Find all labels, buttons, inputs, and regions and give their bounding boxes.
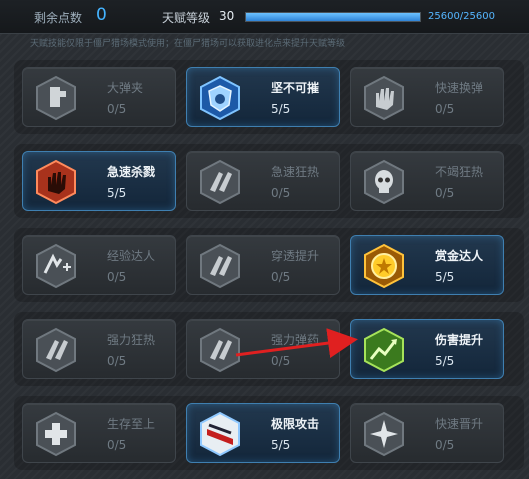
talent-level-count: 5/5: [435, 270, 455, 284]
talent-header: 剩余点数 0 天赋等级 30 25600/25600: [0, 0, 529, 34]
talent-level-label: 天赋等级: [162, 11, 211, 25]
talent-level-count: 0/5: [107, 270, 127, 284]
talent-level-count: 0/5: [271, 270, 291, 284]
xp-progress-text: 25600/25600: [428, 11, 495, 22]
talent-name: 赏金达人: [435, 249, 484, 263]
talent-name: 急速杀戮: [107, 165, 156, 179]
talent-name: 不竭狂热: [435, 165, 484, 179]
talent-card[interactable]: 大弹夹 0/5: [22, 67, 176, 127]
remaining-points-value: 0: [96, 5, 107, 25]
talent-level-count: 0/5: [271, 186, 291, 200]
talent-level-count: 0/5: [435, 438, 455, 452]
pierce-claw-icon: [197, 243, 243, 289]
magazine-icon: [33, 75, 79, 121]
talent-name: 快速晋升: [435, 417, 484, 431]
talent-name: 快速换弹: [435, 81, 484, 95]
talent-card[interactable]: 急速杀戮 5/5: [22, 151, 176, 211]
talent-card[interactable]: 赏金达人 5/5: [350, 235, 504, 295]
talent-level-count: 0/5: [107, 102, 127, 116]
talent-card[interactable]: 不竭狂热 0/5: [350, 151, 504, 211]
hand-reload-icon: [361, 75, 407, 121]
talent-name: 生存至上: [107, 417, 156, 431]
talent-card[interactable]: 强力狂热 0/5: [22, 319, 176, 379]
damage-up-icon: [361, 327, 407, 373]
talent-name: 强力弹药: [271, 333, 320, 347]
talent-card[interactable]: 快速晋升 0/5: [350, 403, 504, 463]
talent-name: 大弹夹: [107, 81, 144, 95]
talent-card[interactable]: 坚不可摧 5/5: [186, 67, 340, 127]
talent-name: 强力狂热: [107, 333, 156, 347]
power-frenzy-icon: [33, 327, 79, 373]
star-burst-icon: [361, 411, 407, 457]
talent-level-count: 0/5: [107, 354, 127, 368]
extreme-attack-icon: [197, 411, 243, 457]
power-ammo-icon: [197, 327, 243, 373]
talent-hint-text: 天赋技能仅限于僵尸猎场模式使用；在僵尸猎场可以获取进化点来提升天赋等级: [30, 39, 346, 49]
talent-card[interactable]: 伤害提升 5/5: [350, 319, 504, 379]
remaining-points-label: 剩余点数: [34, 11, 83, 25]
talent-level-count: 0/5: [107, 438, 127, 452]
xp-progress-fill: [246, 13, 420, 21]
xp-progress-bar: [245, 12, 421, 22]
armor-shield-icon: [197, 75, 243, 121]
talent-level-count: 5/5: [271, 438, 291, 452]
talent-name: 极限攻击: [271, 417, 320, 431]
talent-name: 坚不可摧: [271, 81, 320, 95]
talent-level-count: 5/5: [435, 354, 455, 368]
gold-coin-icon: [361, 243, 407, 289]
talent-card[interactable]: 快速换弹 0/5: [350, 67, 504, 127]
skull-icon: [361, 159, 407, 205]
talent-card[interactable]: 穿透提升 0/5: [186, 235, 340, 295]
talent-level-count: 5/5: [271, 102, 291, 116]
talent-card[interactable]: 极限攻击 5/5: [186, 403, 340, 463]
talent-name: 穿透提升: [271, 249, 320, 263]
talent-level-count: 0/5: [271, 354, 291, 368]
talent-level-count: 0/5: [435, 102, 455, 116]
talent-card[interactable]: 急速狂热 0/5: [186, 151, 340, 211]
talent-level-value: 30: [219, 9, 235, 23]
talent-card[interactable]: 生存至上 0/5: [22, 403, 176, 463]
medical-cross-icon: [33, 411, 79, 457]
talent-card[interactable]: 经验达人 0/5: [22, 235, 176, 295]
frenzy-claw-icon: [197, 159, 243, 205]
talent-name: 经验达人: [107, 249, 156, 263]
exp-plus-icon: [33, 243, 79, 289]
talent-name: 伤害提升: [435, 333, 484, 347]
talent-name: 急速狂热: [271, 165, 320, 179]
talent-level-count: 5/5: [107, 186, 127, 200]
talent-card[interactable]: 强力弹药 0/5: [186, 319, 340, 379]
bloody-hand-icon: [33, 159, 79, 205]
talent-level-count: 0/5: [435, 186, 455, 200]
